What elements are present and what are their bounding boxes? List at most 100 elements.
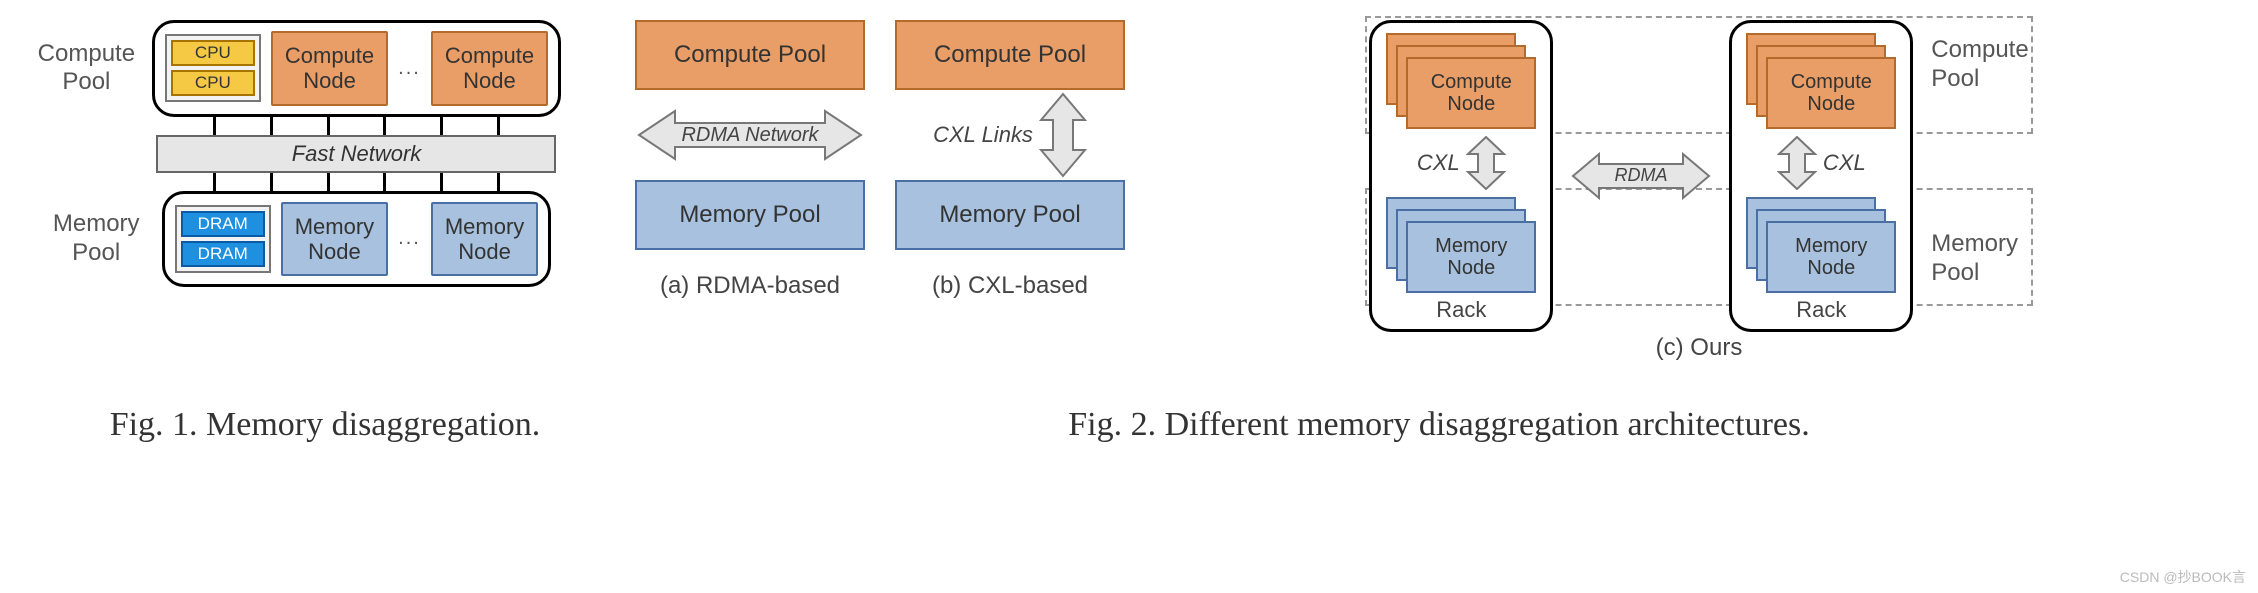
dram-chip: DRAM: [181, 241, 265, 267]
memory-pool-l2: Pool: [1931, 259, 1979, 286]
memory-node-l2: Node: [1447, 257, 1495, 279]
compute-pool-label-l2: Pool: [62, 68, 110, 95]
memory-node-card: MemoryNode: [1406, 221, 1536, 293]
double-arrow-vertical-icon: [1466, 136, 1506, 190]
rack-label: Rack: [1436, 297, 1486, 323]
cpu-chip: CPU: [171, 70, 255, 96]
fig2b-caption: (b) CXL-based: [932, 272, 1088, 300]
compute-node-l2: Node: [1447, 93, 1495, 115]
cxl-link-left: CXL: [1417, 135, 1506, 191]
bus-tick: [327, 173, 330, 191]
fig2b-compute-pool: Compute Pool: [895, 20, 1125, 90]
compute-pool-l2: Pool: [1931, 65, 1979, 92]
watermark: CSDN @抄BOOK言: [2120, 567, 2246, 587]
memory-node-l2: Node: [308, 239, 361, 264]
bus-tick: [270, 173, 273, 191]
ellipsis: ...: [398, 57, 421, 80]
double-arrow-vertical-icon: [1777, 136, 1817, 190]
memory-node: Memory Node: [281, 202, 388, 277]
fig2-caption: Fig. 2. Different memory disaggregation …: [635, 406, 2243, 444]
fig2c-caption: (c) Ours: [1656, 334, 1743, 362]
rack-right: ComputeNode CXL: [1729, 20, 1913, 332]
fig2-top: Compute Pool RDMA Network Memory Pool (a…: [635, 20, 2243, 362]
fig2a-column: Compute Pool RDMA Network Memory Pool (a…: [635, 20, 865, 300]
compute-pool-label-l1: Compute: [38, 40, 135, 67]
cxl-label: CXL: [1823, 150, 1866, 176]
compute-pool-side-label: Compute Pool: [1931, 36, 2028, 94]
figure-1: Compute Pool CPU CPU Compute Node ... Co…: [15, 20, 575, 287]
compute-node-l1: Compute: [1791, 71, 1872, 93]
cpu-stack: CPU CPU: [165, 34, 261, 102]
memory-node-l1: Memory: [445, 214, 524, 239]
figures-row: Compute Pool CPU CPU Compute Node ... Co…: [15, 20, 2243, 362]
bus-tick: [440, 117, 443, 135]
double-arrow-vertical-icon: [1039, 92, 1087, 178]
memory-pool-l1: Memory: [1931, 230, 2018, 257]
ellipsis: ...: [398, 227, 421, 250]
bus-tick: [270, 117, 273, 135]
compute-node-l2: Node: [1807, 93, 1855, 115]
compute-node-l1: Compute: [445, 43, 534, 68]
fig2a-link: RDMA Network: [635, 90, 865, 180]
bus-ticks-top: [156, 117, 556, 135]
compute-node-stack: ComputeNode: [1746, 33, 1896, 129]
fig1-memory-row: Memory Pool DRAM DRAM Memory Node ... Me…: [39, 191, 552, 288]
compute-node-l2: Node: [303, 68, 356, 93]
captions-row: Fig. 1. Memory disaggregation. Fig. 2. D…: [15, 406, 2243, 444]
fig1-caption: Fig. 1. Memory disaggregation.: [15, 406, 635, 444]
bus-tick: [383, 117, 386, 135]
fig2a-compute-pool: Compute Pool: [635, 20, 865, 90]
rdma-inter-rack-link: RDMA: [1571, 148, 1711, 204]
cxl-links-label: CXL Links: [933, 122, 1033, 148]
memory-node-l1: Memory: [1795, 235, 1867, 257]
memory-node-stack: MemoryNode: [1386, 197, 1536, 293]
compute-node-card: ComputeNode: [1766, 57, 1896, 129]
bus-tick: [383, 173, 386, 191]
memory-pool-label: Memory Pool: [39, 210, 154, 268]
fig2c-side-labels: Compute Pool Memory Pool: [1931, 36, 2028, 316]
fig2b-column: Compute Pool CXL Links Memory Pool (b) C…: [895, 20, 1125, 300]
memory-pool-label-l2: Pool: [72, 239, 120, 266]
fig1-compute-row: Compute Pool CPU CPU Compute Node ... Co…: [29, 20, 561, 117]
compute-pool-l1: Compute: [1931, 36, 2028, 63]
rack-left: ComputeNode CXL: [1369, 20, 1553, 332]
compute-node-l1: Compute: [285, 43, 374, 68]
fig2b-link: CXL Links: [933, 90, 1087, 180]
memory-pool-box: DRAM DRAM Memory Node ... Memory Node: [162, 191, 552, 288]
bus-tick: [213, 117, 216, 135]
rdma-network-label: RDMA Network: [681, 124, 819, 146]
compute-node-l2: Node: [463, 68, 516, 93]
compute-node: Compute Node: [271, 31, 388, 106]
fig2b-memory-pool: Memory Pool: [895, 180, 1125, 250]
fast-network-bar: Fast Network: [156, 135, 556, 173]
memory-node-stack: MemoryNode: [1746, 197, 1896, 293]
dram-stack: DRAM DRAM: [175, 205, 271, 273]
fig2a-memory-pool: Memory Pool: [635, 180, 865, 250]
bus-ticks-bottom: [156, 173, 556, 191]
bus-tick: [497, 117, 500, 135]
memory-pool-side-label: Memory Pool: [1931, 230, 2028, 288]
compute-node-stack: ComputeNode: [1386, 33, 1536, 129]
fig1-body: Compute Pool CPU CPU Compute Node ... Co…: [29, 20, 561, 287]
compute-pool-box: CPU CPU Compute Node ... Compute Node: [152, 20, 561, 117]
cxl-label: CXL: [1417, 150, 1460, 176]
cpu-chip: CPU: [171, 40, 255, 66]
memory-node: Memory Node: [431, 202, 538, 277]
memory-node-l1: Memory: [295, 214, 374, 239]
compute-pool-label: Compute Pool: [29, 40, 144, 98]
compute-node: Compute Node: [431, 31, 548, 106]
bus-tick: [497, 173, 500, 191]
memory-node-l2: Node: [458, 239, 511, 264]
memory-node-card: MemoryNode: [1766, 221, 1896, 293]
memory-node-l1: Memory: [1435, 235, 1507, 257]
double-arrow-horizontal-icon: RDMA Network: [635, 105, 865, 165]
memory-node-l2: Node: [1807, 257, 1855, 279]
dram-chip: DRAM: [181, 211, 265, 237]
fig2c-body: ComputeNode CXL: [1369, 20, 2028, 332]
double-arrow-horizontal-icon: RDMA: [1571, 148, 1711, 204]
cxl-link-right: CXL: [1777, 135, 1866, 191]
compute-node-card: ComputeNode: [1406, 57, 1536, 129]
bus-tick: [213, 173, 216, 191]
rdma-label: RDMA: [1615, 165, 1668, 185]
bus-tick: [327, 117, 330, 135]
